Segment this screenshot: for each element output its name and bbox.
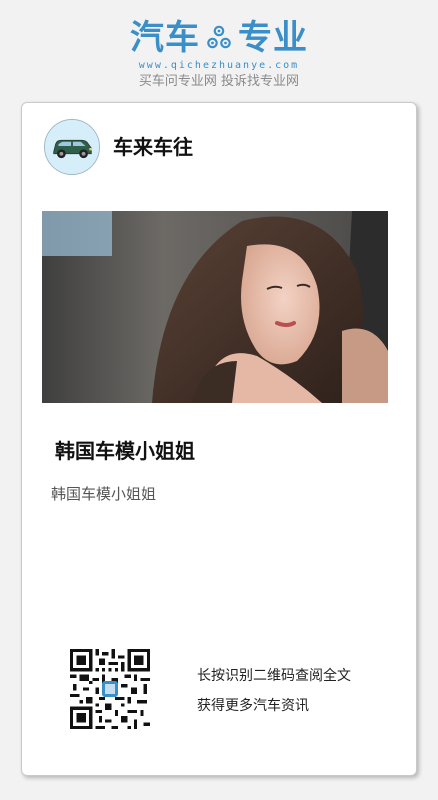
brand-logo-right: 专业 (238, 18, 308, 58)
gear-icon (204, 23, 234, 53)
qr-code-icon[interactable] (70, 649, 150, 729)
article-title[interactable]: 韩国车模小姐姐 (55, 437, 195, 465)
article-cover-image[interactable] (42, 211, 388, 403)
brand-slogan: 买车问专业网 投诉找专业网 (138, 74, 300, 89)
brand-url: www.qichezhuanye.com (138, 60, 300, 71)
article-summary: 韩国车模小姐姐 (51, 485, 157, 503)
brand-logo-left: 汽车 (130, 18, 200, 58)
qr-instruction-line-2: 获得更多汽车资讯 (197, 698, 309, 714)
article-share-card: 车来车往 韩国车模小姐姐 韩国车模小姐姐 长按识别二维码查阅全文 获得更多汽车资… (21, 102, 417, 776)
account-name: 车来车往 (113, 135, 193, 159)
qr-instructions: 长按识别二维码查阅全文 获得更多汽车资讯 (197, 661, 351, 721)
brand-logo: 汽车 专业 (130, 18, 308, 58)
car-avatar-icon (44, 119, 100, 175)
qr-instruction-line-1: 长按识别二维码查阅全文 (197, 668, 351, 684)
brand-header: 汽车 专业 www.qichezhuanye.com 买车问专业网 投诉找专业网 (0, 18, 438, 90)
